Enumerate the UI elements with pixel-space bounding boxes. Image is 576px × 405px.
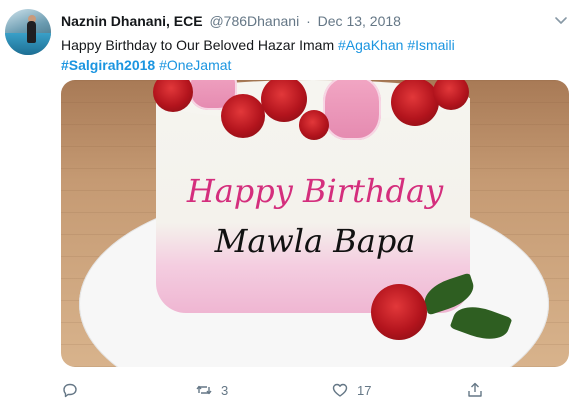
like-icon xyxy=(332,383,348,397)
reply-button[interactable] xyxy=(61,380,87,400)
like-count: 17 xyxy=(357,382,372,398)
display-name[interactable]: Naznin Dhanani, ECE xyxy=(61,13,203,29)
rose-top-2 xyxy=(221,94,265,138)
avatar[interactable] xyxy=(5,9,51,55)
hashtag-onejamat[interactable]: #OneJamat xyxy=(159,57,231,73)
user-handle[interactable]: @786Dhanani xyxy=(209,13,299,29)
retweet-button[interactable]: 3 xyxy=(195,380,228,400)
like-button[interactable]: 17 xyxy=(331,380,371,400)
share-icon xyxy=(468,382,482,397)
retweet-count: 3 xyxy=(221,382,229,398)
hashtag-salgirah2018[interactable]: #Salgirah2018 xyxy=(61,57,155,73)
reply-icon xyxy=(63,383,77,398)
share-button[interactable] xyxy=(466,380,484,400)
tweet-card[interactable]: Naznin Dhanani, ECE @786Dhanani · Dec 13… xyxy=(0,0,576,405)
avatar-person xyxy=(27,21,36,43)
rose-bottom xyxy=(371,284,427,340)
cake-text-happy-birthday: Happy Birthday xyxy=(186,172,444,210)
rose-top-4 xyxy=(299,110,329,140)
tweet-date[interactable]: Dec 13, 2018 xyxy=(318,13,401,29)
retweet-icon xyxy=(196,385,212,395)
rose-top-5 xyxy=(391,80,439,126)
separator-dot: · xyxy=(306,13,311,29)
tweet-header: Naznin Dhanani, ECE @786Dhanani · Dec 13… xyxy=(61,12,401,30)
macaron-right xyxy=(323,80,381,140)
cake-text-mawla-bapa: Mawla Bapa xyxy=(214,222,416,260)
tweet-text: Happy Birthday to Our Beloved Hazar Imam… xyxy=(61,35,561,75)
chevron-down-icon[interactable] xyxy=(554,13,568,27)
hashtag-agakhan[interactable]: #AgaKhan xyxy=(338,37,403,53)
tweet-actions: 3 17 xyxy=(61,380,561,400)
tweet-body-text: Happy Birthday to Our Beloved Hazar Imam xyxy=(61,37,335,53)
tweet-media-image[interactable]: Happy Birthday Mawla Bapa xyxy=(61,80,569,367)
hashtag-ismaili[interactable]: #Ismaili xyxy=(407,37,454,53)
